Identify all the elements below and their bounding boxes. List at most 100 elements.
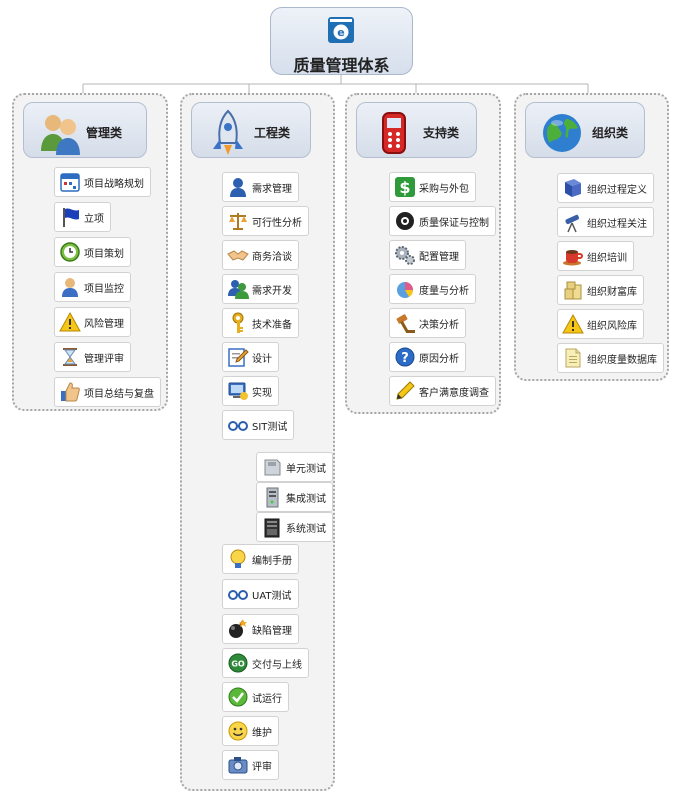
node-label: SIT测试 — [252, 421, 288, 433]
node-review[interactable]: 评审 — [222, 750, 279, 780]
node-label: 需求管理 — [252, 183, 292, 195]
globe-icon — [543, 114, 581, 152]
node-cause-analysis[interactable]: ? 原因分析 — [389, 342, 466, 372]
node-label: 度量与分析 — [419, 285, 469, 297]
root-node: e 质量管理体系 — [270, 7, 413, 75]
node-org-process-definition[interactable]: 组织过程定义 — [557, 173, 654, 203]
node-label: 组织度量数据库 — [587, 354, 657, 366]
node-configuration-management[interactable]: 配置管理 — [389, 240, 466, 270]
phone-icon — [382, 112, 406, 154]
category-title: 组织类 — [592, 126, 629, 140]
node-org-asset-library[interactable]: 组织财富库 — [557, 275, 644, 305]
node-project-summary[interactable]: 项目总结与复盘 — [54, 377, 161, 407]
node-management-review[interactable]: 管理评审 — [54, 342, 131, 372]
node-label: 客户满意度调查 — [419, 387, 489, 399]
bomb-icon — [229, 619, 247, 638]
node-label: UAT测试 — [252, 590, 292, 602]
node-org-risk-library[interactable]: 组织风险库 — [557, 309, 644, 339]
node-feasibility-analysis[interactable]: 可行性分析 — [222, 206, 309, 236]
pie-chart-icon — [397, 282, 414, 298]
category-engineering: 工程类 — [191, 102, 311, 158]
people-icon — [228, 280, 249, 299]
node-label: 组织过程定义 — [587, 184, 647, 196]
node-trial-run[interactable]: 试运行 — [222, 682, 289, 712]
coffee-icon — [563, 250, 583, 266]
eye-icon — [396, 212, 414, 230]
node-implementation[interactable]: 实现 — [222, 376, 279, 406]
warning-icon — [562, 313, 584, 334]
node-label: 项目监控 — [84, 283, 124, 295]
node-write-manual[interactable]: 编制手册 — [222, 544, 299, 574]
node-org-training[interactable]: 组织培训 — [557, 241, 634, 271]
logo-e-icon: e — [328, 17, 354, 43]
node-measurement-analysis[interactable]: 度量与分析 — [389, 274, 476, 304]
node-procurement-outsourcing[interactable]: $ 采购与外包 — [389, 172, 476, 202]
handshake-icon — [227, 250, 249, 261]
node-label: 集成测试 — [286, 493, 326, 505]
root-title: 质量管理体系 — [293, 56, 390, 75]
glasses-icon — [228, 421, 248, 431]
node-unit-testing[interactable]: 单元测试 — [256, 452, 333, 482]
calendar-icon — [60, 173, 80, 192]
hourglass-icon — [63, 348, 77, 366]
node-requirements-development[interactable]: 需求开发 — [222, 274, 299, 304]
flag-icon — [63, 208, 79, 227]
node-system-testing[interactable]: 系统测试 — [256, 512, 333, 542]
node-label: 风险管理 — [84, 318, 124, 330]
node-label: 组织培训 — [587, 252, 627, 264]
node-label: 单元测试 — [286, 463, 326, 475]
edit-icon — [228, 348, 249, 367]
node-strategy-planning[interactable]: 项目战略规划 — [54, 167, 151, 197]
node-defect-management[interactable]: 缺陷管理 — [222, 614, 299, 644]
node-sit-testing[interactable]: SIT测试 — [222, 410, 295, 440]
node-label: 决策分析 — [419, 319, 459, 331]
telescope-icon — [565, 214, 579, 233]
node-label: 可行性分析 — [252, 217, 302, 229]
node-technical-preparation[interactable]: 技术准备 — [222, 308, 299, 338]
category-support: 支持类 — [356, 102, 477, 158]
glasses-icon — [228, 590, 248, 600]
node-org-measurement-db[interactable]: 组织度量数据库 — [557, 343, 664, 373]
node-label: 项目总结与复盘 — [84, 388, 154, 400]
node-label: 组织财富库 — [587, 286, 637, 298]
node-project-monitoring[interactable]: 项目监控 — [54, 272, 131, 302]
person-icon — [62, 278, 78, 297]
node-label: 实现 — [252, 387, 272, 399]
bulb-icon — [230, 549, 246, 568]
category-title: 管理类 — [86, 126, 123, 140]
node-label: 试运行 — [252, 693, 282, 705]
coins-icon — [564, 281, 582, 300]
gavel-icon — [396, 314, 415, 333]
question-icon: ? — [395, 347, 415, 367]
node-label: 缺陷管理 — [252, 625, 292, 637]
node-business-negotiation[interactable]: 商务洽谈 — [222, 240, 299, 270]
node-decision-analysis[interactable]: 决策分析 — [389, 308, 466, 338]
category-management: 管理类 — [23, 102, 147, 158]
node-delivery-launch[interactable]: GO 交付与上线 — [222, 648, 309, 678]
svg-text:e: e — [337, 26, 344, 39]
person-icon — [230, 178, 246, 197]
node-label: 编制手册 — [252, 555, 292, 567]
node-requirements-management[interactable]: 需求管理 — [222, 172, 299, 202]
dollar-icon: $ — [395, 177, 415, 197]
node-customer-satisfaction[interactable]: 客户满意度调查 — [389, 376, 496, 406]
disk-icon — [264, 459, 281, 476]
node-project-planning[interactable]: 项目策划 — [54, 237, 131, 267]
category-title: 工程类 — [254, 126, 291, 140]
tower-icon — [264, 518, 280, 538]
clock-icon — [60, 242, 80, 262]
node-integration-testing[interactable]: 集成测试 — [256, 482, 333, 512]
node-org-process-focus[interactable]: 组织过程关注 — [557, 207, 654, 237]
node-project-initiation[interactable]: 立项 — [54, 202, 111, 232]
node-uat-testing[interactable]: UAT测试 — [222, 579, 299, 609]
book-icon — [565, 179, 581, 197]
node-quality-assurance[interactable]: 质量保证与控制 — [389, 206, 496, 236]
node-maintenance[interactable]: 维护 — [222, 716, 279, 746]
server-icon — [266, 487, 279, 508]
node-design[interactable]: 设计 — [222, 342, 279, 372]
node-label: 采购与外包 — [419, 183, 469, 195]
node-label: 质量保证与控制 — [419, 217, 489, 229]
node-risk-management[interactable]: 风险管理 — [54, 307, 131, 337]
check-icon — [228, 687, 248, 707]
camera-icon — [228, 757, 248, 774]
